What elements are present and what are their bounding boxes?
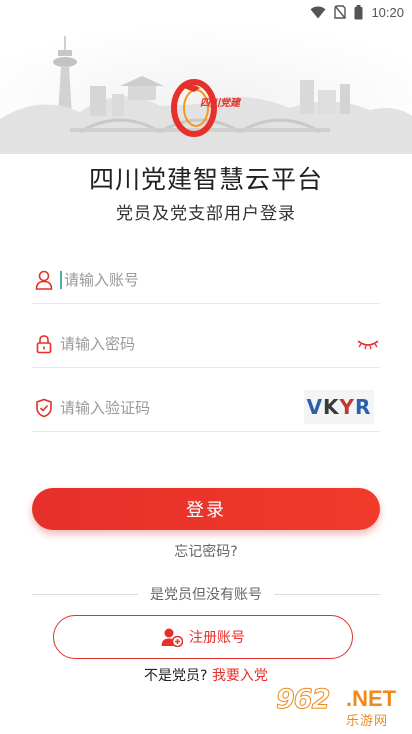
add-user-icon bbox=[161, 628, 183, 647]
captcha-char: K bbox=[323, 395, 340, 419]
status-bar: 10:20 bbox=[0, 0, 412, 24]
join-party-link[interactable]: 我要入党 bbox=[212, 668, 268, 684]
password-field[interactable] bbox=[32, 320, 380, 368]
divider-text: 是党员但没有账号 bbox=[150, 587, 262, 603]
forgot-password-link[interactable]: 忘记密码? bbox=[0, 541, 412, 561]
site-watermark: 962 .NET 乐游网 bbox=[275, 684, 406, 730]
wifi-icon bbox=[310, 6, 326, 18]
divider-line bbox=[32, 593, 138, 595]
lock-icon bbox=[34, 333, 54, 355]
join-prefix: 不是党员? bbox=[144, 668, 208, 684]
party-logo: 四川党建 bbox=[170, 78, 242, 138]
account-field[interactable] bbox=[32, 256, 380, 304]
watermark-domain: .NET bbox=[346, 686, 397, 711]
logo-text: 四川党建 bbox=[200, 97, 242, 109]
captcha-char: V bbox=[306, 395, 324, 419]
password-input[interactable] bbox=[60, 328, 380, 359]
watermark-sub: 乐游网 bbox=[346, 714, 389, 729]
captcha-char: Y bbox=[339, 395, 356, 419]
login-button[interactable]: 登录 bbox=[32, 488, 380, 530]
user-icon bbox=[34, 269, 54, 291]
shield-check-icon bbox=[34, 397, 54, 419]
register-button[interactable]: 注册账号 bbox=[53, 615, 353, 659]
status-icons: 10:20 bbox=[310, 3, 404, 21]
status-time: 10:20 bbox=[371, 4, 404, 20]
divider-line bbox=[274, 593, 380, 595]
account-input[interactable] bbox=[64, 264, 380, 295]
eye-closed-icon[interactable] bbox=[356, 334, 380, 354]
battery-icon bbox=[354, 4, 363, 19]
captcha-char: R bbox=[355, 395, 372, 419]
app-title: 四川党建智慧云平台 bbox=[88, 165, 323, 194]
join-party-row: 不是党员? 我要入党 bbox=[0, 665, 412, 685]
app-subtitle: 党员及党支部用户登录 bbox=[116, 204, 296, 224]
watermark-number: 962 bbox=[275, 684, 330, 716]
captcha-image[interactable]: V K Y R bbox=[304, 390, 374, 424]
register-divider: 是党员但没有账号 bbox=[32, 584, 380, 604]
text-cursor bbox=[60, 270, 62, 289]
register-label: 注册账号 bbox=[189, 630, 245, 646]
no-sim-icon bbox=[334, 5, 347, 19]
captcha-field[interactable]: V K Y R bbox=[32, 384, 380, 432]
